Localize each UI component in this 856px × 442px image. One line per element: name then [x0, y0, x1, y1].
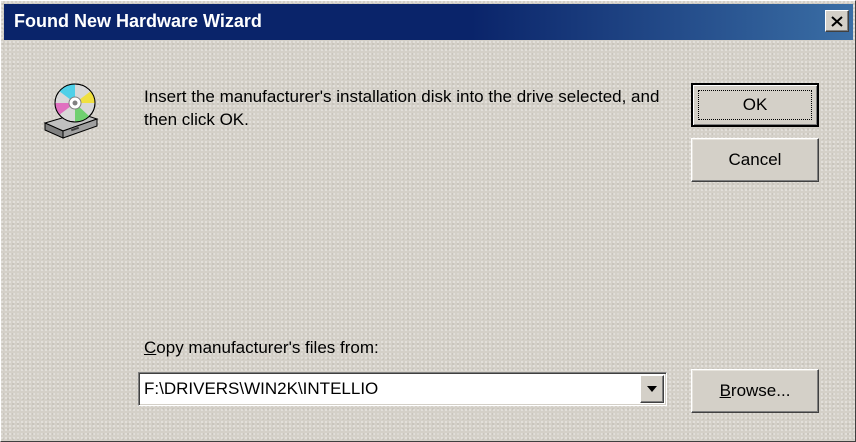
- window-title: Found New Hardware Wizard: [14, 11, 262, 31]
- cancel-button-label: Cancel: [728, 150, 782, 169]
- copy-label-accelerator: C: [144, 338, 157, 357]
- instruction-message: Insert the manufacturer's installation d…: [144, 87, 660, 129]
- browse-button[interactable]: Browse...: [691, 369, 819, 413]
- ok-button[interactable]: OK: [691, 83, 819, 127]
- close-button[interactable]: [825, 10, 849, 32]
- copy-files-label: Copy manufacturer's files from:: [144, 338, 379, 358]
- browse-label-text: rowse...: [730, 381, 791, 400]
- browse-accelerator: B: [719, 381, 731, 400]
- copy-label-text: opy manufacturer's files from:: [156, 338, 379, 357]
- title-bar[interactable]: Found New Hardware Wizard: [4, 4, 853, 40]
- found-new-hardware-dialog: Found New Hardware Wizard Insert the man…: [0, 0, 856, 442]
- browse-button-label: Browse...: [720, 381, 791, 401]
- ok-button-label: OK: [742, 95, 768, 114]
- cancel-button[interactable]: Cancel: [691, 138, 819, 182]
- install-disk-icon: [43, 83, 99, 139]
- source-path-value[interactable]: F:\DRIVERS\WIN2K\INTELLIO: [144, 379, 378, 399]
- close-icon: [831, 15, 843, 27]
- source-path-combobox[interactable]: F:\DRIVERS\WIN2K\INTELLIO: [138, 372, 667, 406]
- dropdown-arrow-icon: [647, 386, 657, 392]
- dropdown-button[interactable]: [640, 375, 664, 403]
